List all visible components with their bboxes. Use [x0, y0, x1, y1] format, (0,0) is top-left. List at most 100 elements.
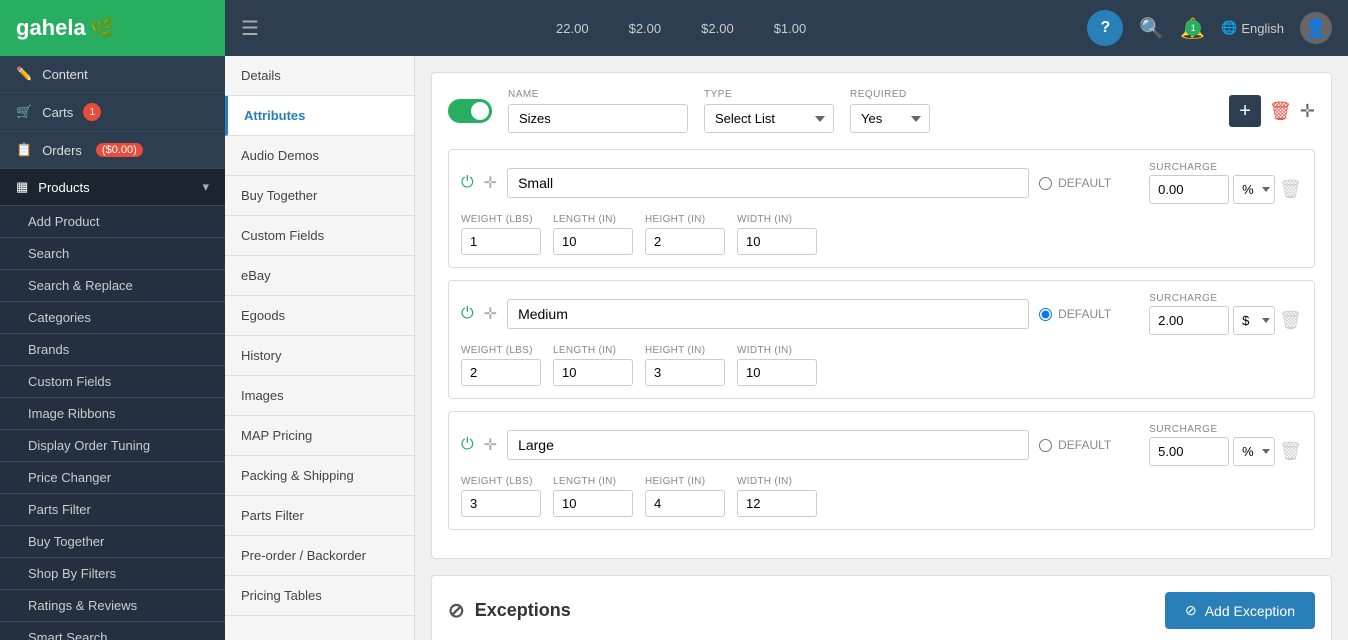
mid-nav-ebay[interactable]: eBay: [225, 256, 414, 296]
height-input-small[interactable]: [645, 228, 725, 255]
sidebar-item-carts[interactable]: 🛒 Carts 1: [0, 93, 225, 132]
weight-input-small[interactable]: [461, 228, 541, 255]
height-group-small: HEIGHT (IN): [645, 214, 725, 255]
sidebar-sub-categories[interactable]: Categories: [0, 302, 225, 334]
height-input-medium[interactable]: [645, 359, 725, 386]
option-power-small[interactable]: ⏻: [461, 174, 474, 192]
user-avatar[interactable]: 👤: [1300, 12, 1332, 44]
sidebar-sub-search-replace[interactable]: Search & Replace: [0, 270, 225, 302]
carts-badge: 1: [83, 103, 101, 121]
option-drag-medium[interactable]: ✛: [484, 304, 497, 324]
top-nav: gahela 🌿 ☰ 22.00 $2.00 $2.00 $1.00 ? 🔍 🔔…: [0, 0, 1348, 56]
type-field-label: TYPE: [704, 89, 834, 100]
surcharge-input-large[interactable]: [1149, 437, 1229, 466]
sidebar-sub-image-ribbons[interactable]: Image Ribbons: [0, 398, 225, 430]
search-button[interactable]: 🔍: [1139, 16, 1164, 41]
sidebar-item-label: Orders: [42, 143, 82, 158]
mid-nav-audio-demos[interactable]: Audio Demos: [225, 136, 414, 176]
length-input-small[interactable]: [553, 228, 633, 255]
sidebar-item-label: Products: [38, 180, 89, 195]
globe-icon: 🌐: [1221, 20, 1237, 36]
surcharge-type-large[interactable]: % $: [1233, 437, 1275, 466]
mid-nav-images[interactable]: Images: [225, 376, 414, 416]
mid-nav-history[interactable]: History: [225, 336, 414, 376]
delete-option-medium[interactable]: 🗑: [1279, 310, 1302, 331]
products-icon: ▦: [16, 179, 28, 195]
notification-bell-wrap: 🔔 1: [1180, 16, 1205, 41]
attribute-fields: NAME TYPE Select List Text Checkbox Colo…: [508, 89, 1213, 133]
sidebar-item-products[interactable]: ▦ Products ▾: [0, 169, 225, 206]
sidebar-sub-display-order-tuning[interactable]: Display Order Tuning: [0, 430, 225, 462]
sidebar-item-content[interactable]: ✏️ Content: [0, 56, 225, 93]
type-field-select[interactable]: Select List Text Checkbox Color: [704, 104, 834, 133]
price-1: 22.00: [556, 21, 589, 36]
mid-nav-parts-filter[interactable]: Parts Filter: [225, 496, 414, 536]
sidebar-sub-price-changer[interactable]: Price Changer: [0, 462, 225, 494]
weight-input-medium[interactable]: [461, 359, 541, 386]
sidebar-sub-custom-fields[interactable]: Custom Fields: [0, 366, 225, 398]
width-group-large: WIDTH (IN): [737, 476, 817, 517]
surcharge-input-medium[interactable]: [1149, 306, 1229, 335]
mid-nav-buy-together[interactable]: Buy Together: [225, 176, 414, 216]
required-field-group: REQUIRED Yes No: [850, 89, 930, 133]
surcharge-input-small[interactable]: [1149, 175, 1229, 204]
surcharge-section-medium: SURCHARGE $ % 🗑: [1149, 293, 1302, 335]
mid-nav-packing-shipping[interactable]: Packing & Shipping: [225, 456, 414, 496]
help-button[interactable]: ?: [1087, 10, 1123, 46]
mid-nav-egoods[interactable]: Egoods: [225, 296, 414, 336]
option-default-radio-large[interactable]: [1039, 439, 1052, 452]
option-drag-small[interactable]: ✛: [484, 173, 497, 193]
name-field-input[interactable]: [508, 104, 688, 133]
mid-nav-attributes[interactable]: Attributes: [225, 96, 414, 136]
length-input-large[interactable]: [553, 490, 633, 517]
width-input-medium[interactable]: [737, 359, 817, 386]
sidebar-sub-parts-filter[interactable]: Parts Filter: [0, 494, 225, 526]
sidebar-sub-brands[interactable]: Brands: [0, 334, 225, 366]
language-selector[interactable]: 🌐 English: [1221, 20, 1284, 36]
logo-text: gahela: [16, 15, 86, 41]
move-attribute-button[interactable]: ✛: [1300, 101, 1315, 122]
sidebar-item-orders[interactable]: 📋 Orders ($0.00): [0, 132, 225, 169]
sidebar-sub-search[interactable]: Search: [0, 238, 225, 270]
width-input-large[interactable]: [737, 490, 817, 517]
width-input-small[interactable]: [737, 228, 817, 255]
add-attribute-button[interactable]: +: [1229, 95, 1261, 127]
mid-nav-map-pricing[interactable]: MAP Pricing: [225, 416, 414, 456]
mid-nav-details[interactable]: Details: [225, 56, 414, 96]
option-drag-large[interactable]: ✛: [484, 435, 497, 455]
mid-nav-custom-fields[interactable]: Custom Fields: [225, 216, 414, 256]
price-2: $2.00: [629, 21, 662, 36]
surcharge-type-small[interactable]: % $: [1233, 175, 1275, 204]
delete-attribute-button[interactable]: 🗑: [1269, 101, 1292, 122]
sidebar-sub-buy-together[interactable]: Buy Together: [0, 526, 225, 558]
height-input-large[interactable]: [645, 490, 725, 517]
logo-leaf-icon: 🌿: [90, 16, 115, 41]
required-field-label: REQUIRED: [850, 89, 930, 100]
option-power-medium[interactable]: ⏻: [461, 305, 474, 323]
delete-option-small[interactable]: 🗑: [1279, 179, 1302, 200]
option-name-medium[interactable]: [507, 299, 1029, 329]
option-name-small[interactable]: [507, 168, 1029, 198]
sidebar-sub-shop-by-filters[interactable]: Shop By Filters: [0, 558, 225, 590]
add-exception-button[interactable]: ⊘ Add Exception: [1165, 592, 1315, 629]
option-name-large[interactable]: [507, 430, 1029, 460]
hamburger-button[interactable]: ☰: [225, 16, 275, 41]
weight-input-large[interactable]: [461, 490, 541, 517]
mid-nav-pre-order-backorder[interactable]: Pre-order / Backorder: [225, 536, 414, 576]
length-label-medium: LENGTH (IN): [553, 345, 633, 356]
option-default-radio-small[interactable]: [1039, 177, 1052, 190]
length-input-medium[interactable]: [553, 359, 633, 386]
mid-nav-pricing-tables[interactable]: Pricing Tables: [225, 576, 414, 616]
option-row-small: ⏻ ✛ DEFAULT SURCHARGE % $: [448, 149, 1315, 268]
option-power-large[interactable]: ⏻: [461, 436, 474, 454]
surcharge-label-medium: SURCHARGE: [1149, 293, 1302, 304]
delete-option-large[interactable]: 🗑: [1279, 441, 1302, 462]
sidebar-sub-ratings-reviews[interactable]: Ratings & Reviews: [0, 590, 225, 622]
weight-group-small: WEIGHT (LBS): [461, 214, 541, 255]
attribute-toggle[interactable]: [448, 99, 492, 123]
required-field-select[interactable]: Yes No: [850, 104, 930, 133]
sidebar-sub-add-product[interactable]: Add Product: [0, 206, 225, 238]
sidebar-sub-smart-search[interactable]: Smart Search: [0, 622, 225, 640]
surcharge-type-medium[interactable]: $ %: [1233, 306, 1275, 335]
option-default-radio-medium[interactable]: [1039, 308, 1052, 321]
